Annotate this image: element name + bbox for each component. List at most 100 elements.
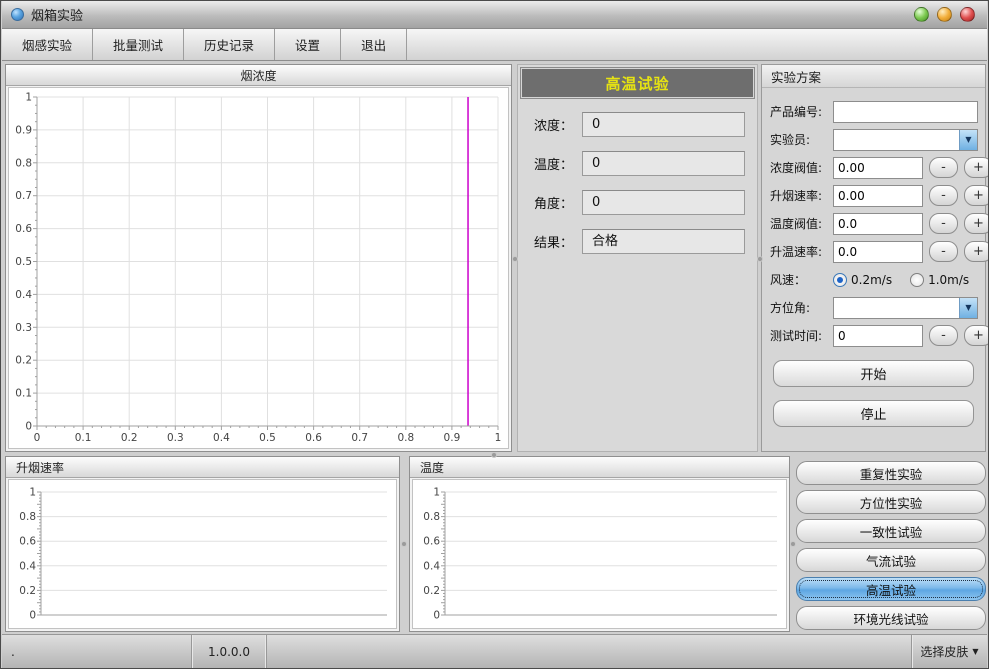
consistency-test-button[interactable]: 一致性试验 xyxy=(796,519,986,543)
menu-item-history[interactable]: 历史记录 xyxy=(184,29,275,60)
wind-speed-label: 风速： xyxy=(770,271,833,288)
angle-label: 角度： xyxy=(534,193,582,212)
airflow-test-button[interactable]: 气流试验 xyxy=(796,548,986,572)
wind-speed-row: 风速： 0.2m/s 1.0m/s xyxy=(770,268,978,291)
temperature-threshold-label: 温度阀值: xyxy=(770,215,833,232)
product-no-input[interactable] xyxy=(833,101,978,123)
tester-select[interactable]: ▼ xyxy=(833,129,978,151)
svg-text:0.6: 0.6 xyxy=(15,223,32,235)
radio-selected-icon[interactable] xyxy=(833,273,847,287)
app-icon xyxy=(11,8,24,21)
wind-speed-radio-10[interactable]: 1.0m/s xyxy=(910,273,969,287)
close-button[interactable] xyxy=(960,7,975,22)
result-label: 结果： xyxy=(534,232,582,251)
temp-rise-rate-input[interactable] xyxy=(833,241,923,263)
svg-text:0.2: 0.2 xyxy=(121,432,138,444)
svg-text:0.2: 0.2 xyxy=(19,585,36,597)
splitter-handle[interactable] xyxy=(513,257,517,261)
menu-item-exit[interactable]: 退出 xyxy=(341,29,407,60)
orientation-test-button[interactable]: 方位性实验 xyxy=(796,490,986,514)
wind-speed-radio-02[interactable]: 0.2m/s xyxy=(833,273,892,287)
svg-text:0.9: 0.9 xyxy=(444,432,461,444)
experiment-plan-panel: 实验方案 产品编号: 实验员: ▼ 浓度阀值: - + 升烟速率: - + 温度… xyxy=(761,64,986,452)
menu-item-smoke-test[interactable]: 烟感实验 xyxy=(2,29,93,60)
maximize-button[interactable] xyxy=(937,7,952,22)
status-bar: . 1.0.0.0 选择皮肤 ▼ xyxy=(2,634,987,668)
wind-speed-02-label: 0.2m/s xyxy=(851,273,892,287)
concentration-threshold-minus-button[interactable]: - xyxy=(929,157,958,178)
svg-text:0.4: 0.4 xyxy=(213,432,230,444)
smoke-rise-rate-row: 升烟速率: - + xyxy=(770,184,978,207)
temperature-threshold-minus-button[interactable]: - xyxy=(929,213,958,234)
temperature-chart: 10.80.60.40.20 xyxy=(412,479,787,629)
svg-text:0.7: 0.7 xyxy=(15,190,32,202)
radio-unselected-icon[interactable] xyxy=(910,273,924,287)
concentration-threshold-plus-button[interactable]: + xyxy=(964,157,989,178)
window-controls xyxy=(914,7,987,22)
test-time-plus-button[interactable]: + xyxy=(964,325,989,346)
svg-text:0.4: 0.4 xyxy=(15,289,32,301)
concentration-label: 浓度： xyxy=(534,115,582,134)
test-time-minus-button[interactable]: - xyxy=(929,325,958,346)
temp-rise-rate-row: 升温速率: - + xyxy=(770,240,978,263)
svg-text:0: 0 xyxy=(25,421,32,433)
skin-selector-button[interactable]: 选择皮肤 ▼ xyxy=(911,635,987,668)
skin-selector-label: 选择皮肤 xyxy=(920,643,968,660)
temperature-threshold-plus-button[interactable]: + xyxy=(964,213,989,234)
test-time-input[interactable] xyxy=(833,325,923,347)
smoke-rise-rate-plus-button[interactable]: + xyxy=(964,185,989,206)
concentration-value: 0 xyxy=(582,112,745,137)
smoke-rise-rate-input[interactable] xyxy=(833,185,923,207)
status-spacer xyxy=(267,635,911,668)
chevron-down-icon[interactable]: ▼ xyxy=(959,298,977,318)
start-button[interactable]: 开始 xyxy=(773,360,974,387)
svg-text:0.9: 0.9 xyxy=(15,124,32,136)
smoke-rise-rate-label: 升烟速率: xyxy=(770,187,833,204)
azimuth-select[interactable]: ▼ xyxy=(833,297,978,319)
title-bar: 烟箱实验 xyxy=(2,1,987,29)
menu-bar: 烟感实验 批量测试 历史记录 设置 退出 xyxy=(2,29,987,61)
splitter-handle[interactable] xyxy=(492,453,496,457)
stop-button[interactable]: 停止 xyxy=(773,400,974,427)
svg-text:0.7: 0.7 xyxy=(351,432,368,444)
temp-rise-rate-minus-button[interactable]: - xyxy=(929,241,958,262)
splitter-handle[interactable] xyxy=(402,542,406,546)
test-time-label: 测试时间: xyxy=(770,327,833,344)
svg-text:1: 1 xyxy=(25,92,32,104)
svg-text:0.2: 0.2 xyxy=(15,355,32,367)
high-temp-test-button[interactable]: 高温试验 xyxy=(796,577,986,601)
product-no-label: 产品编号: xyxy=(770,103,833,120)
repeatability-test-button[interactable]: 重复性实验 xyxy=(796,461,986,485)
test-mode-buttons: 重复性实验 方位性实验 一致性试验 气流试验 高温试验 环境光线试验 xyxy=(796,456,986,632)
svg-text:0.3: 0.3 xyxy=(167,432,184,444)
temperature-label: 温度： xyxy=(534,154,582,173)
splitter-handle[interactable] xyxy=(791,542,795,546)
status-text: . xyxy=(2,635,191,668)
splitter-handle[interactable] xyxy=(758,257,762,261)
result-value: 合格 xyxy=(582,229,745,254)
ambient-light-test-button[interactable]: 环境光线试验 xyxy=(796,606,986,630)
menu-item-batch-test[interactable]: 批量测试 xyxy=(93,29,184,60)
smoke-rise-rate-minus-button[interactable]: - xyxy=(929,185,958,206)
concentration-threshold-input[interactable] xyxy=(833,157,923,179)
temp-rise-rate-plus-button[interactable]: + xyxy=(964,241,989,262)
temperature-chart-panel: 温度 10.80.60.40.20 xyxy=(409,456,790,632)
minimize-button[interactable] xyxy=(914,7,929,22)
temperature-threshold-input[interactable] xyxy=(833,213,923,235)
svg-text:0.6: 0.6 xyxy=(19,536,36,548)
svg-text:0.8: 0.8 xyxy=(397,432,414,444)
concentration-row: 浓度： 0 xyxy=(534,112,745,137)
menu-item-settings[interactable]: 设置 xyxy=(275,29,341,60)
wind-speed-10-label: 1.0m/s xyxy=(928,273,969,287)
chevron-down-icon[interactable]: ▼ xyxy=(959,130,977,150)
experiment-plan-title: 实验方案 xyxy=(762,65,985,88)
svg-text:0.1: 0.1 xyxy=(15,388,32,400)
svg-text:0.6: 0.6 xyxy=(423,536,440,548)
version-label: 1.0.0.0 xyxy=(191,635,267,668)
svg-text:1: 1 xyxy=(29,487,36,499)
svg-text:0.6: 0.6 xyxy=(305,432,322,444)
smoke-concentration-panel: 烟浓度 10.90.80.70.60.50.40.30.20.1000.10.2… xyxy=(5,64,512,452)
svg-text:1: 1 xyxy=(495,432,502,444)
svg-text:0.8: 0.8 xyxy=(423,511,440,523)
temp-rise-rate-label: 升温速率: xyxy=(770,243,833,260)
